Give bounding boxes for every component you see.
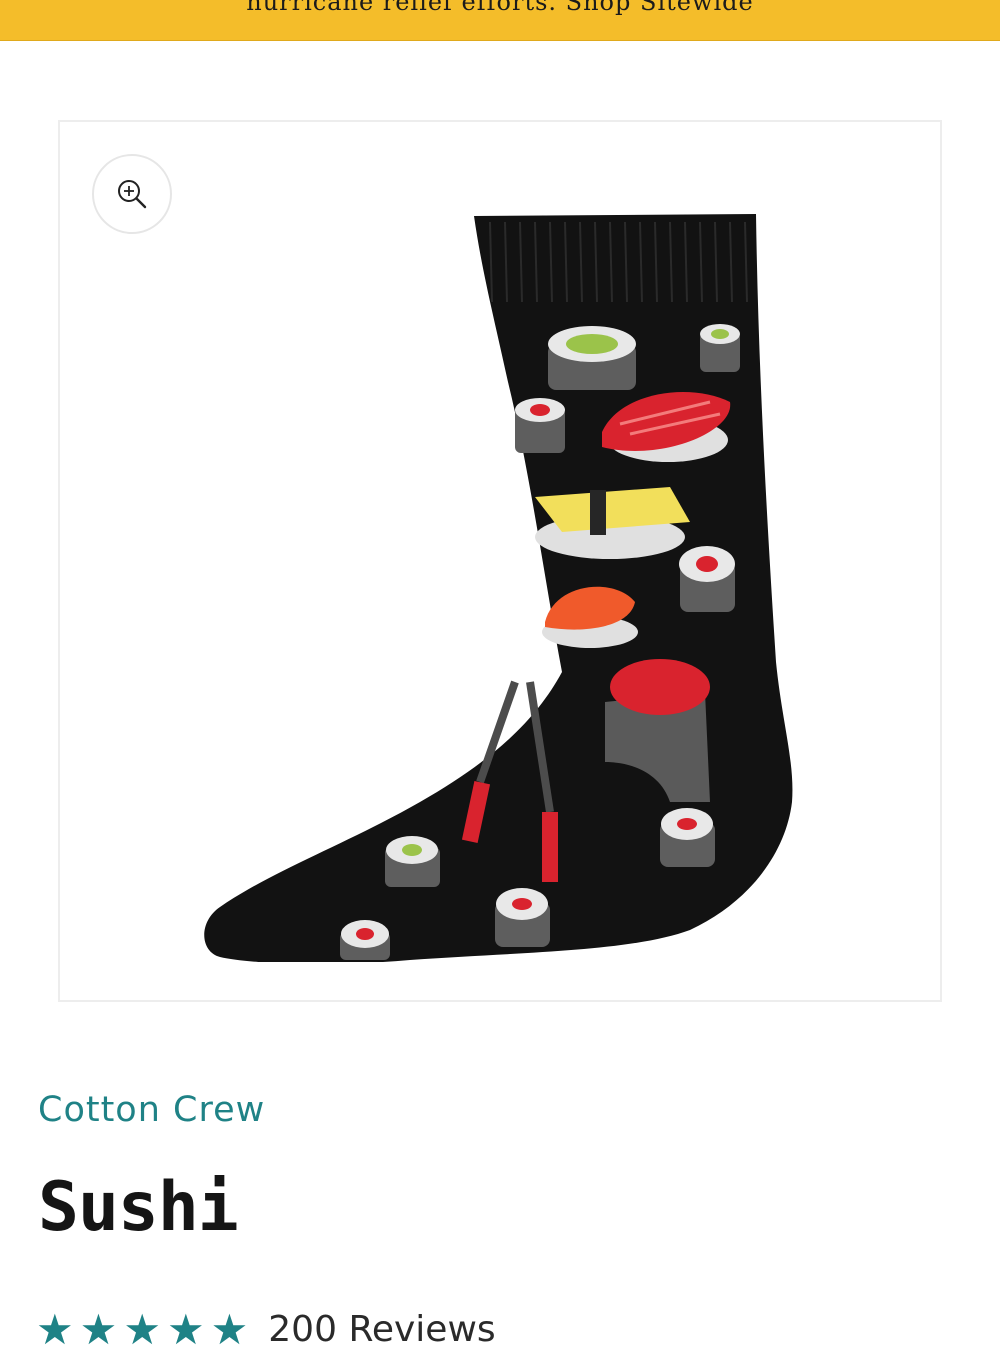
product-image-gallery [58,120,942,1002]
product-collection-link[interactable]: Cotton Crew [38,1090,265,1130]
maki-roll-bottom-2 [495,888,550,947]
star-icon: ★ [36,1306,74,1353]
product-title: Sushi [38,1168,239,1247]
zoom-button[interactable] [92,154,172,234]
star-icon: ★ [79,1306,118,1353]
star-icon: ★ [166,1306,205,1353]
star-icon: ★ [210,1306,249,1353]
tamago-nigiri [535,487,690,559]
maki-roll-bottom [660,808,715,867]
maki-roll-left [515,398,565,453]
maki-roll-small [700,324,740,372]
reviews-count-link[interactable]: 200 Reviews [268,1310,495,1350]
product-image[interactable] [190,162,810,962]
star-icon: ★ [123,1306,161,1353]
maki-roll [548,326,636,390]
rating-stars: ★ ★ ★ ★ ★ [36,1306,249,1353]
promo-banner[interactable]: hurricane relief efforts. Shop Sitewide [0,0,1000,41]
product-rating[interactable]: ★ ★ ★ ★ ★ 200 Reviews [36,1306,496,1353]
maki-roll-tuna [679,546,735,612]
promo-banner-text: hurricane relief efforts. Shop Sitewide [246,0,754,16]
maki-roll-toe [340,920,390,960]
maki-roll-heel [385,836,440,887]
zoom-in-icon [118,180,147,209]
